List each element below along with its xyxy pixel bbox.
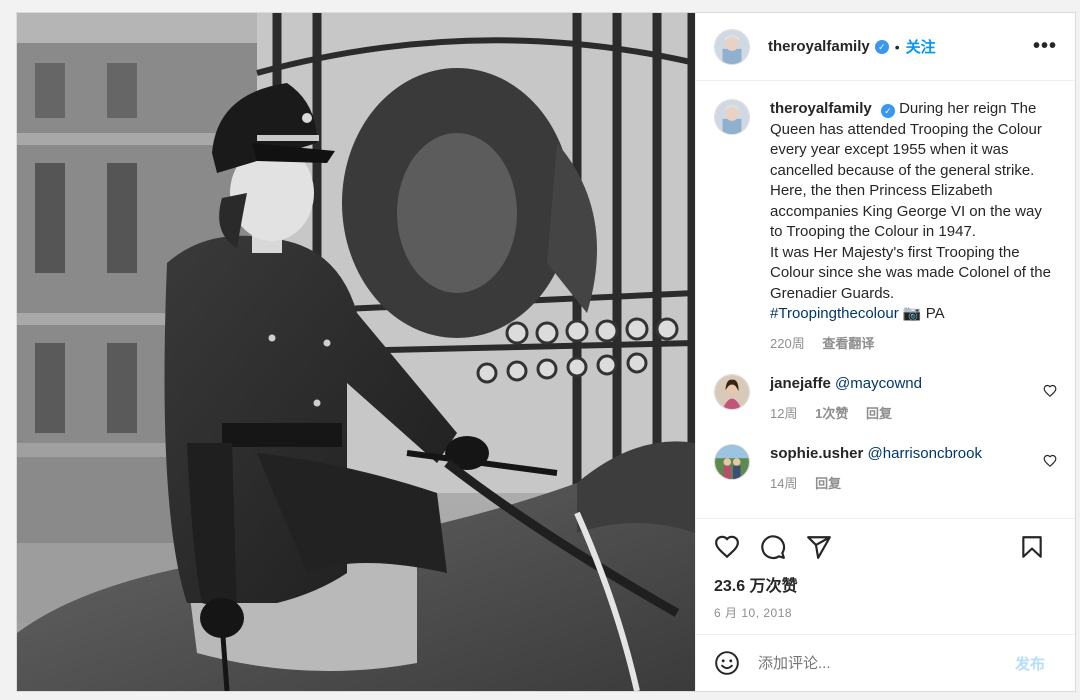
caption-body-2: It was Her Majesty's first Trooping the … [770,243,1051,302]
action-bar [696,518,1075,574]
avatar[interactable] [714,444,750,480]
janejaffe-avatar-image [715,375,749,409]
reply-button[interactable]: 回复 [866,406,892,421]
heart-icon[interactable] [1043,384,1057,398]
comment-text: sophie.usher @harrisoncbrook 14周 回复 [770,444,1033,494]
comment-age[interactable]: 12周 [770,406,797,421]
comment-mention[interactable]: @harrisoncbrook [868,445,982,462]
translate-button[interactable]: 查看翻译 [822,336,874,351]
caption-username[interactable]: theroyalfamily [770,100,872,117]
more-icon[interactable]: ••• [1033,35,1057,58]
add-comment-bar: 发布 [696,634,1075,691]
post-photo[interactable] [17,13,695,691]
heart-icon[interactable] [1043,454,1057,468]
bookmark-icon[interactable] [1019,534,1045,560]
like-count[interactable]: 23.6 万次赞 [696,574,1075,600]
post-sidebar: theroyalfamily ✓ • 关注 ••• theroyalfamily [695,13,1075,691]
comment-meta: 12周 1次赞 回复 [770,404,1033,425]
post-date[interactable]: 6 月 10, 2018 [696,604,1075,624]
caption-row: theroyalfamily ✓ During her reign The Qu… [714,99,1057,354]
comment-item: sophie.usher @harrisoncbrook 14周 回复 [714,444,1057,494]
comment-age[interactable]: 14周 [770,476,797,491]
comment-username[interactable]: sophie.usher [770,445,863,462]
header-username[interactable]: theroyalfamily [768,38,870,55]
hashtag-link[interactable]: #Troopingthecolour [770,305,899,322]
comment-icon[interactable] [760,534,786,560]
comment-username[interactable]: janejaffe [770,375,831,392]
separator-dot: • [894,38,900,55]
queen-avatar-image [715,100,749,134]
reply-button[interactable]: 回复 [815,476,841,491]
avatar[interactable] [714,99,750,135]
comments-list[interactable]: theroyalfamily ✓ During her reign The Qu… [696,81,1075,518]
post-card: theroyalfamily ✓ • 关注 ••• theroyalfamily [16,12,1076,692]
comment-meta: 14周 回复 [770,474,1033,495]
royal-rider-photo [17,13,695,691]
comment-input[interactable] [758,654,1015,672]
verified-badge-icon: ✓ [880,104,895,118]
post-comment-button[interactable]: 发布 [1015,653,1045,674]
queen-avatar-image [715,29,749,64]
verified-badge-icon: ✓ [874,39,889,54]
caption-meta: 220周 查看翻译 [770,334,1057,355]
share-icon[interactable] [806,534,832,560]
caption-text: theroyalfamily ✓ During her reign The Qu… [770,99,1057,354]
caption-body: During her reign The Queen has attended … [770,100,1042,240]
sophie-usher-avatar-image [715,445,749,479]
comment-mention[interactable]: @maycownd [835,375,922,392]
heart-icon[interactable] [714,534,740,560]
comment-likes[interactable]: 1次赞 [815,406,848,421]
avatar[interactable] [714,374,750,410]
post-header: theroyalfamily ✓ • 关注 ••• [696,13,1075,81]
avatar[interactable] [714,28,750,65]
caption-age[interactable]: 220周 [770,336,805,351]
emoji-icon[interactable] [714,650,740,676]
follow-button[interactable]: 关注 [906,36,936,57]
comment-item: janejaffe @maycownd 12周 1次赞 回复 [714,374,1057,424]
comment-text: janejaffe @maycownd 12周 1次赞 回复 [770,374,1033,424]
photo-credit: 📷 PA [902,305,945,322]
